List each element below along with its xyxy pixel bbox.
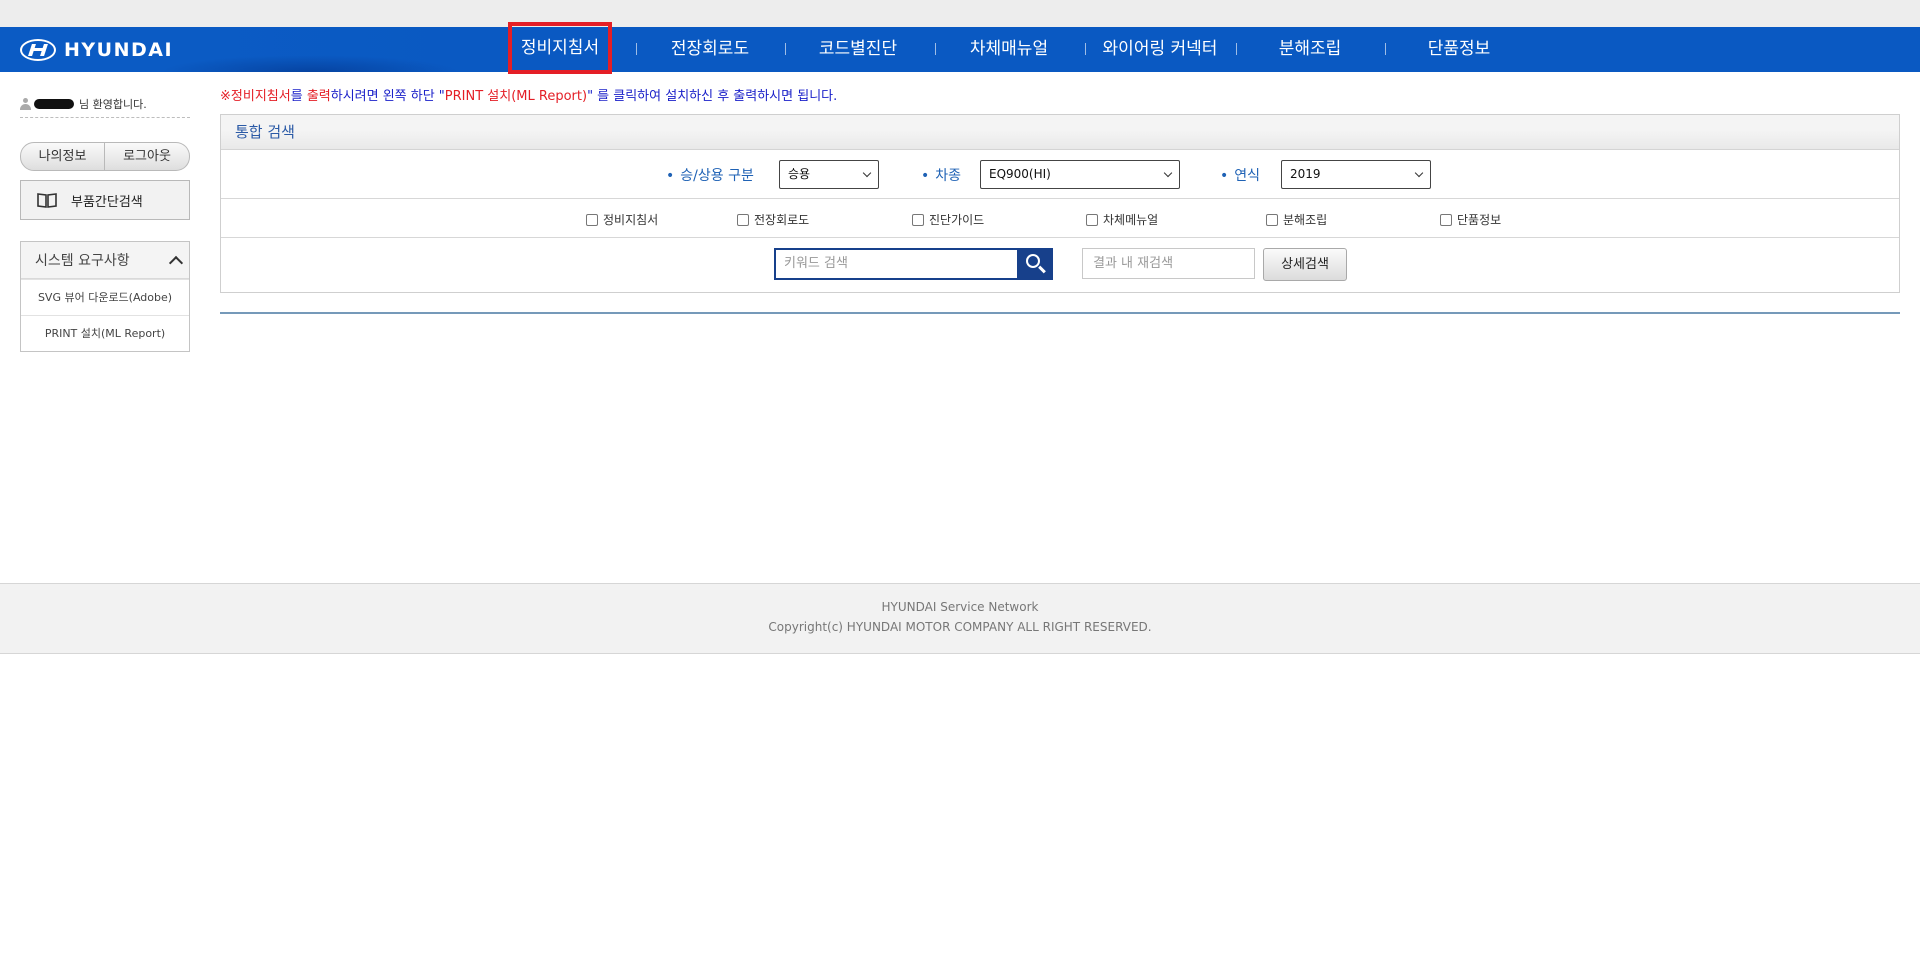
footer: HYUNDAI Service Network Copyright(c) HYU… xyxy=(0,583,1920,654)
keyword-search-row: 키워드 검색 결과 내 재검색 상세검색 xyxy=(221,238,1899,292)
chevron-down-icon xyxy=(1163,168,1173,178)
keyword-search-input[interactable]: 키워드 검색 xyxy=(774,248,1019,280)
hyundai-emblem-icon xyxy=(20,39,56,61)
user-icon xyxy=(20,97,31,110)
nav-tab-code-diagnosis[interactable]: 코드별진단 xyxy=(808,27,908,72)
system-requirements-title: 시스템 요구사항 xyxy=(35,253,130,269)
logo-text: HYUNDAI xyxy=(64,39,174,61)
checkbox-part-info[interactable]: 단품정보 xyxy=(1440,211,1501,228)
year-select[interactable]: 2019 xyxy=(1281,160,1431,189)
print-install-link[interactable]: PRINT 설치(ML Report) xyxy=(21,315,189,351)
footer-network: HYUNDAI Service Network xyxy=(881,600,1039,614)
top-strip xyxy=(0,0,1920,27)
main-nav-bar: HYUNDAI 정비지침서 전장회로도 코드별진단 차체매뉴얼 와이어링 커넥터… xyxy=(0,22,1920,74)
checkbox-diagnosis-guide[interactable]: 진단가이드 xyxy=(912,211,984,228)
search-icon xyxy=(1026,254,1040,268)
nav-tab-service-manual[interactable]: 정비지침서 xyxy=(508,22,612,74)
nav-tab-part-info[interactable]: 단품정보 xyxy=(1409,27,1509,72)
nav-tab-disassembly[interactable]: 분해조립 xyxy=(1260,27,1360,72)
model-label: 차종 xyxy=(921,165,961,185)
category-label: 승/상용 구분 xyxy=(666,165,754,185)
nav-separator xyxy=(1085,43,1086,55)
masked-username xyxy=(34,98,74,109)
left-sidebar: 님 환영합니다. 나의정보 로그아웃 부품간단검색 시스템 요구사항 SVG 뷰… xyxy=(20,90,190,352)
category-select[interactable]: 승용 xyxy=(779,160,879,189)
research-input[interactable]: 결과 내 재검색 xyxy=(1082,248,1255,279)
year-label: 연식 xyxy=(1220,165,1260,185)
hyundai-logo[interactable]: HYUNDAI xyxy=(20,37,173,63)
auth-buttons: 나의정보 로그아웃 xyxy=(20,142,190,171)
checkbox-circuit-diagram[interactable]: 전장회로도 xyxy=(737,211,809,228)
results-divider xyxy=(220,312,1900,314)
system-requirements-panel: 시스템 요구사항 SVG 뷰어 다운로드(Adobe) PRINT 설치(ML … xyxy=(20,241,190,352)
nav-separator xyxy=(785,43,786,55)
logout-button[interactable]: 로그아웃 xyxy=(105,142,190,171)
footer-copyright: Copyright(c) HYUNDAI MOTOR COMPANY ALL R… xyxy=(768,620,1152,634)
checkbox-disassembly[interactable]: 분해조립 xyxy=(1266,211,1327,228)
chevron-down-icon xyxy=(1414,168,1424,178)
parts-search-label: 부품간단검색 xyxy=(71,194,143,210)
chevron-down-icon xyxy=(862,168,872,178)
book-icon xyxy=(37,193,57,208)
nav-decoration xyxy=(160,55,460,72)
keyword-search-button[interactable] xyxy=(1018,248,1053,280)
my-info-button[interactable]: 나의정보 xyxy=(20,142,105,171)
chevron-up-icon[interactable] xyxy=(168,255,184,271)
parts-search-button[interactable]: 부품간단검색 xyxy=(20,180,190,220)
nav-separator xyxy=(1236,43,1237,55)
nav-separator xyxy=(935,43,936,55)
integrated-search-panel: 통합 검색 승/상용 구분 승용 차종 EQ900(HI) 연식 2019 정비… xyxy=(220,114,1900,293)
svg-viewer-download-link[interactable]: SVG 뷰어 다운로드(Adobe) xyxy=(21,279,189,315)
vehicle-filter-row: 승/상용 구분 승용 차종 EQ900(HI) 연식 2019 xyxy=(221,150,1899,199)
system-requirements-header[interactable]: 시스템 요구사항 xyxy=(21,242,189,279)
model-select[interactable]: EQ900(HI) xyxy=(980,160,1180,189)
search-panel-title: 통합 검색 xyxy=(221,115,1899,150)
checkbox-body-manual[interactable]: 차체메뉴얼 xyxy=(1086,211,1158,228)
nav-separator xyxy=(1385,43,1386,55)
search-scope-row: 정비지침서 전장회로도 진단가이드 차체메뉴얼 분해조립 단품정보 xyxy=(221,199,1899,238)
welcome-message: 님 환영합니다. xyxy=(20,90,190,118)
print-notice: ※정비지침서를 출력하시려면 왼쪽 하단 "PRINT 설치(ML Report… xyxy=(220,89,838,104)
nav-tab-circuit-diagram[interactable]: 전장회로도 xyxy=(660,27,760,72)
nav-tab-body-manual[interactable]: 차체매뉴얼 xyxy=(959,27,1059,72)
nav-separator xyxy=(636,43,637,55)
welcome-text: 님 환영합니다. xyxy=(79,97,147,111)
nav-tab-wiring-connector[interactable]: 와이어링 커넥터 xyxy=(1095,27,1225,72)
checkbox-service-manual[interactable]: 정비지침서 xyxy=(586,211,658,228)
advanced-search-button[interactable]: 상세검색 xyxy=(1263,248,1347,281)
